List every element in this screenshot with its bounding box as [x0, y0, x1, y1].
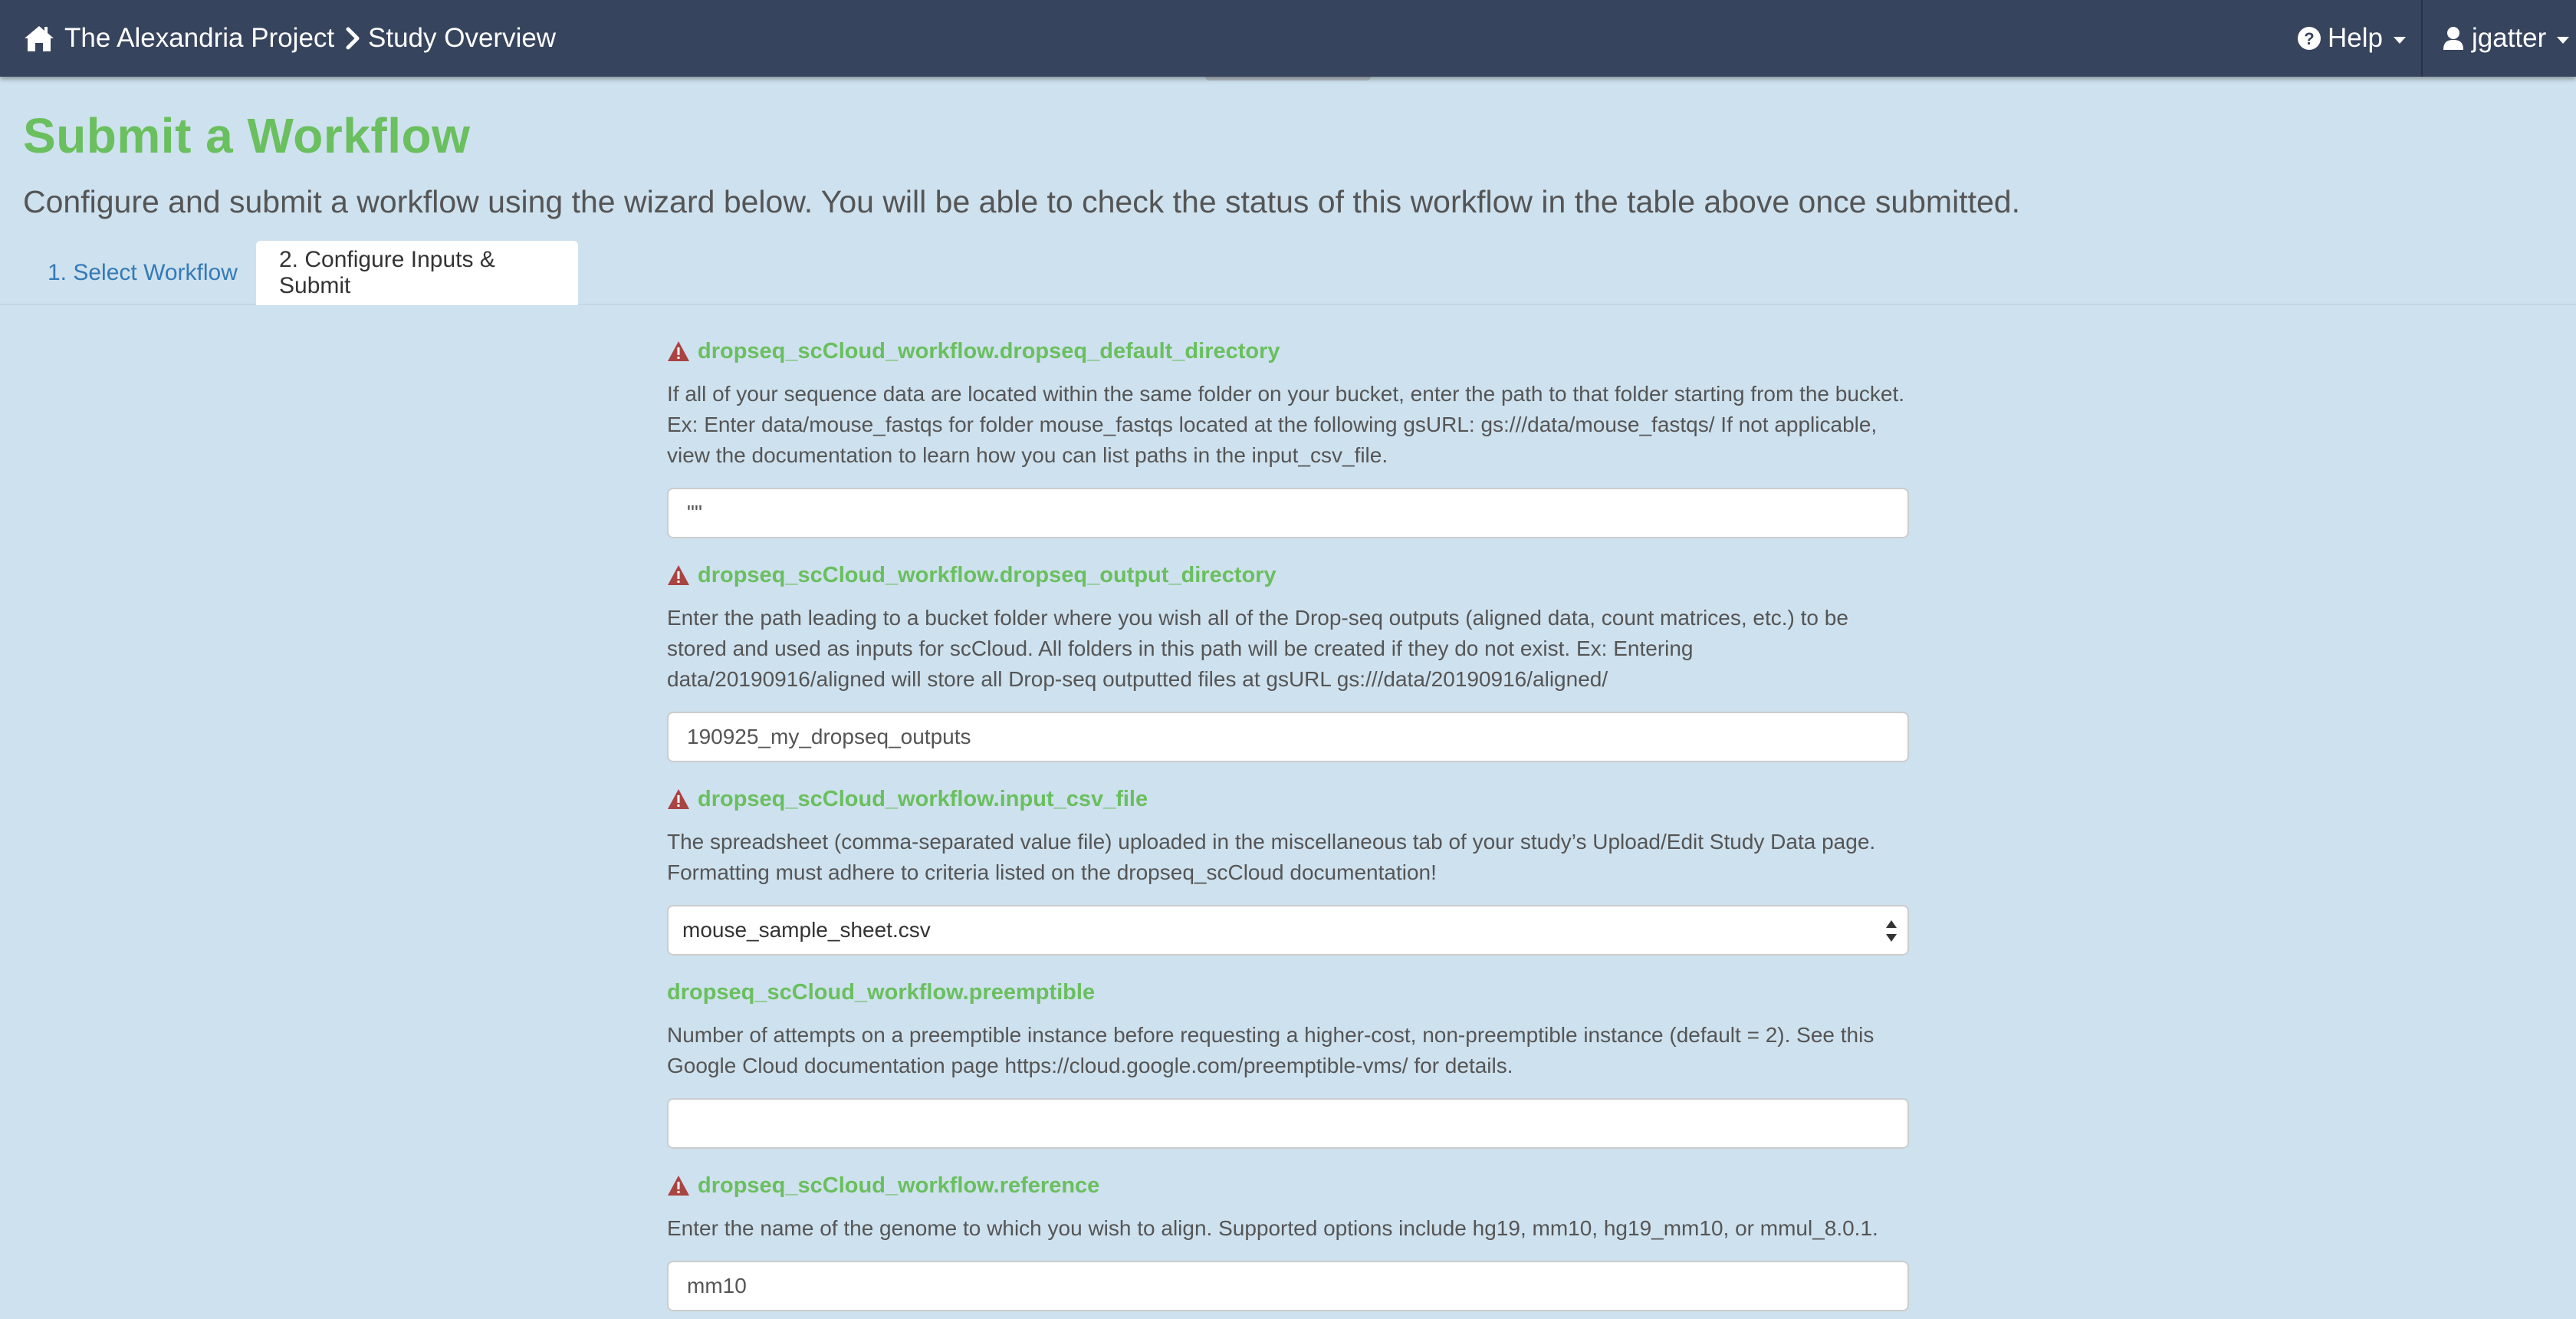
selected-value: mouse_sample_sheet.csv	[682, 918, 931, 942]
tab-configure-inputs[interactable]: 2. Configure Inputs & Submit	[256, 241, 578, 305]
field-reference: dropseq_scCloud_workflow.reference Enter…	[667, 1172, 1909, 1311]
home-icon	[23, 24, 55, 53]
help-label: Help	[2328, 23, 2383, 53]
user-icon	[2443, 26, 2464, 51]
warning-icon	[667, 1175, 690, 1196]
user-menu[interactable]: jgatter	[2443, 0, 2570, 77]
field-label: dropseq_scCloud_workflow.dropseq_output_…	[667, 561, 1909, 589]
input-csv-file-select[interactable]: mouse_sample_sheet.csv	[667, 905, 1909, 956]
user-label: jgatter	[2472, 23, 2547, 53]
field-label: dropseq_scCloud_workflow.preemptible	[667, 979, 1909, 1006]
field-help-text: The spreadsheet (comma-separated value f…	[667, 830, 1876, 884]
warning-icon	[667, 564, 690, 586]
brand-link[interactable]: The Alexandria Project	[23, 0, 334, 77]
study-overview-label: Study Overview	[368, 23, 557, 53]
question-circle-icon: ?	[2297, 26, 2321, 51]
field-input-csv-file: dropseq_scCloud_workflow.input_csv_file …	[667, 785, 1909, 956]
select-arrows-icon	[1886, 919, 1897, 943]
preemptible-input[interactable]	[667, 1098, 1909, 1149]
output-directory-input[interactable]	[667, 712, 1909, 762]
help-menu[interactable]: ? Help	[2297, 0, 2406, 77]
field-label-text: dropseq_scCloud_workflow.reference	[698, 1173, 1100, 1198]
field-help-text: If all of your sequence data are located…	[667, 382, 1905, 467]
field-label-text: dropseq_scCloud_workflow.dropseq_default…	[698, 338, 1280, 363]
field-help-text: Enter the name of the genome to which yo…	[667, 1216, 1878, 1240]
field-label: dropseq_scCloud_workflow.reference	[667, 1172, 1909, 1199]
top-navbar: The Alexandria Project Study Overview ? …	[0, 0, 2576, 77]
field-label: dropseq_scCloud_workflow.input_csv_file	[667, 785, 1909, 813]
field-help-text: Number of attempts on a preemptible inst…	[667, 1023, 1875, 1077]
chevron-down-icon	[2393, 36, 2406, 44]
field-label-text: dropseq_scCloud_workflow.input_csv_file	[698, 786, 1148, 811]
collapsed-panel-handle[interactable]	[1205, 77, 1371, 81]
warning-icon	[667, 788, 690, 810]
field-preemptible: dropseq_scCloud_workflow.preemptible Num…	[667, 979, 1909, 1149]
page-title: Submit a Workflow	[23, 108, 471, 163]
brand-label: The Alexandria Project	[64, 23, 335, 53]
warning-icon	[667, 340, 690, 362]
chevron-down-icon	[2557, 36, 2570, 44]
study-overview-link[interactable]: Study Overview	[345, 0, 556, 77]
field-help-text: Enter the path leading to a bucket folde…	[667, 606, 1848, 691]
navbar-divider	[2421, 0, 2423, 77]
field-label-text: dropseq_scCloud_workflow.dropseq_output_…	[698, 562, 1276, 587]
svg-text:?: ?	[2304, 29, 2314, 48]
field-label-text: dropseq_scCloud_workflow.preemptible	[667, 979, 1096, 1005]
default-directory-input[interactable]	[667, 488, 1909, 538]
field-default-directory: dropseq_scCloud_workflow.dropseq_default…	[667, 337, 1909, 538]
field-label: dropseq_scCloud_workflow.dropseq_default…	[667, 337, 1909, 365]
tab-select-workflow[interactable]: 1. Select Workflow	[25, 241, 261, 305]
chevron-right-icon	[345, 27, 360, 50]
field-output-directory: dropseq_scCloud_workflow.dropseq_output_…	[667, 561, 1909, 762]
page-subtitle: Configure and submit a workflow using th…	[23, 184, 2020, 219]
reference-input[interactable]	[667, 1261, 1909, 1311]
